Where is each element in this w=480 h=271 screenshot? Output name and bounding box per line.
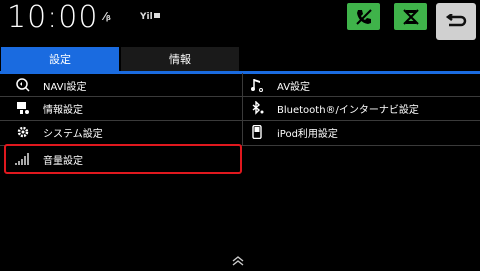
info-settings-icon <box>14 101 32 115</box>
menu-item-label: AV設定 <box>277 81 311 93</box>
menu-item-info-settings[interactable]: 情報設定 <box>14 97 83 119</box>
menu-item-label: 情報設定 <box>43 104 83 116</box>
menu-item-av-settings[interactable]: AV設定 <box>248 74 310 96</box>
selected-item-highlight <box>4 144 242 174</box>
back-button[interactable] <box>436 3 476 40</box>
tab-info[interactable]: 情報 <box>121 47 239 71</box>
bluetooth-status-icon: ⁄ᵦ <box>104 10 111 23</box>
return-arrow-icon <box>445 13 467 26</box>
svg-text:Yil: Yil <box>140 12 153 20</box>
phone-off-button[interactable] <box>347 3 380 30</box>
menu-item-label: iPod利用設定 <box>277 128 338 140</box>
menu-item-ipod-settings[interactable]: iPod利用設定 <box>248 121 338 143</box>
menu-item-bluetooth-settings[interactable]: Bluetooth®/インターナビ設定 <box>248 97 419 119</box>
navi-settings-icon <box>14 78 32 92</box>
signal-strength-icon: Yil <box>139 10 160 23</box>
clock: 10:00 <box>7 0 99 35</box>
bluetooth-icon <box>248 101 266 115</box>
ipod-icon <box>248 125 266 139</box>
mute-off-button[interactable] <box>394 3 427 30</box>
gear-icon <box>14 125 32 139</box>
column-divider <box>242 73 243 145</box>
tab-settings[interactable]: 設定 <box>1 47 119 71</box>
menu-item-system-settings[interactable]: システム設定 <box>14 121 103 143</box>
phone-off-icon <box>355 8 372 25</box>
menu-item-label: NAVI設定 <box>43 81 87 93</box>
menu-item-label: Bluetooth®/インターナビ設定 <box>277 104 419 116</box>
expand-up-icon[interactable] <box>231 255 245 270</box>
menu-item-label: システム設定 <box>43 128 103 140</box>
tab-bar: 設定 情報 <box>0 47 480 74</box>
menu-item-navi-settings[interactable]: NAVI設定 <box>14 74 86 96</box>
speaker-off-icon <box>402 8 419 25</box>
music-note-icon <box>248 78 266 92</box>
